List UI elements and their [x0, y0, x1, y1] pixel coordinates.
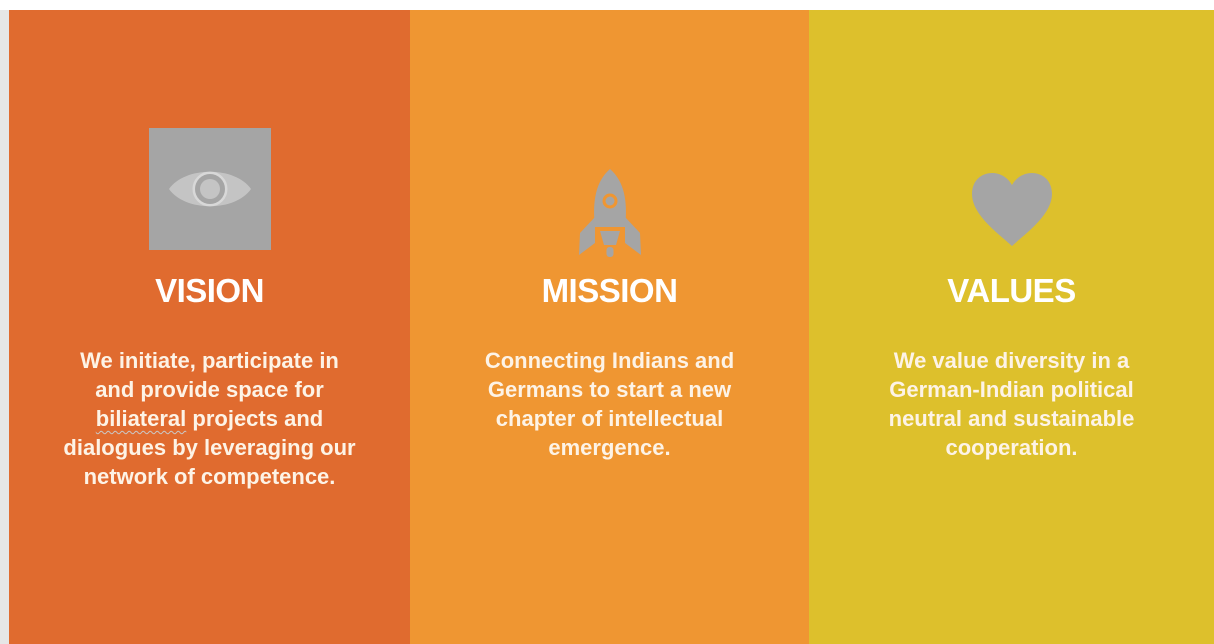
vision-text-line: biliateral projects and [29, 404, 390, 433]
values-panel: VALUES We value diversity in a German-In… [809, 10, 1214, 644]
heart-icon [971, 173, 1052, 246]
vision-text: We initiate, participate in and provide … [29, 346, 390, 491]
mission-text: Connecting Indians and Germans to start … [430, 346, 789, 462]
vision-text-line: We initiate, participate in [80, 348, 339, 373]
mission-title: MISSION [541, 272, 678, 309]
vision-panel: VISION We initiate, participate in and p… [9, 10, 410, 644]
vision-text-line: dialogues by leveraging our [63, 435, 356, 460]
vision-text-line: network of competence. [83, 464, 336, 489]
values-title: VALUES [947, 272, 1076, 309]
mission-text-line: Connecting Indians and [484, 348, 735, 373]
mission-text-line: emergence. [548, 435, 671, 460]
misspelled-word: biliateral [95, 406, 187, 431]
mission-icon-wrap [410, 165, 809, 261]
rocket-icon [578, 169, 641, 257]
vision-text-line: and provide space for [95, 377, 324, 402]
mission-text-line: chapter of intellectual [495, 406, 724, 431]
mission-panel: MISSION Connecting Indians and Germans t… [410, 10, 809, 644]
values-text-line: We value diversity in a [893, 348, 1130, 373]
vision-text-fragment: projects and [186, 406, 324, 431]
eye-icon [148, 128, 271, 250]
vision-title: VISION [155, 272, 264, 309]
values-text-line: German-Indian political [889, 377, 1134, 402]
mission-text-line: Germans to start a new [487, 377, 732, 402]
values-icon-wrap [809, 170, 1214, 250]
values-text: We value diversity in a German-Indian po… [829, 346, 1194, 462]
vision-icon-wrap [9, 128, 410, 250]
page: VISION We initiate, participate in and p… [0, 0, 1214, 644]
page-left-edge [0, 10, 9, 644]
panels-row: VISION We initiate, participate in and p… [9, 10, 1214, 644]
values-text-line: neutral and sustainable [888, 406, 1135, 431]
values-text-line: cooperation. [945, 435, 1078, 460]
